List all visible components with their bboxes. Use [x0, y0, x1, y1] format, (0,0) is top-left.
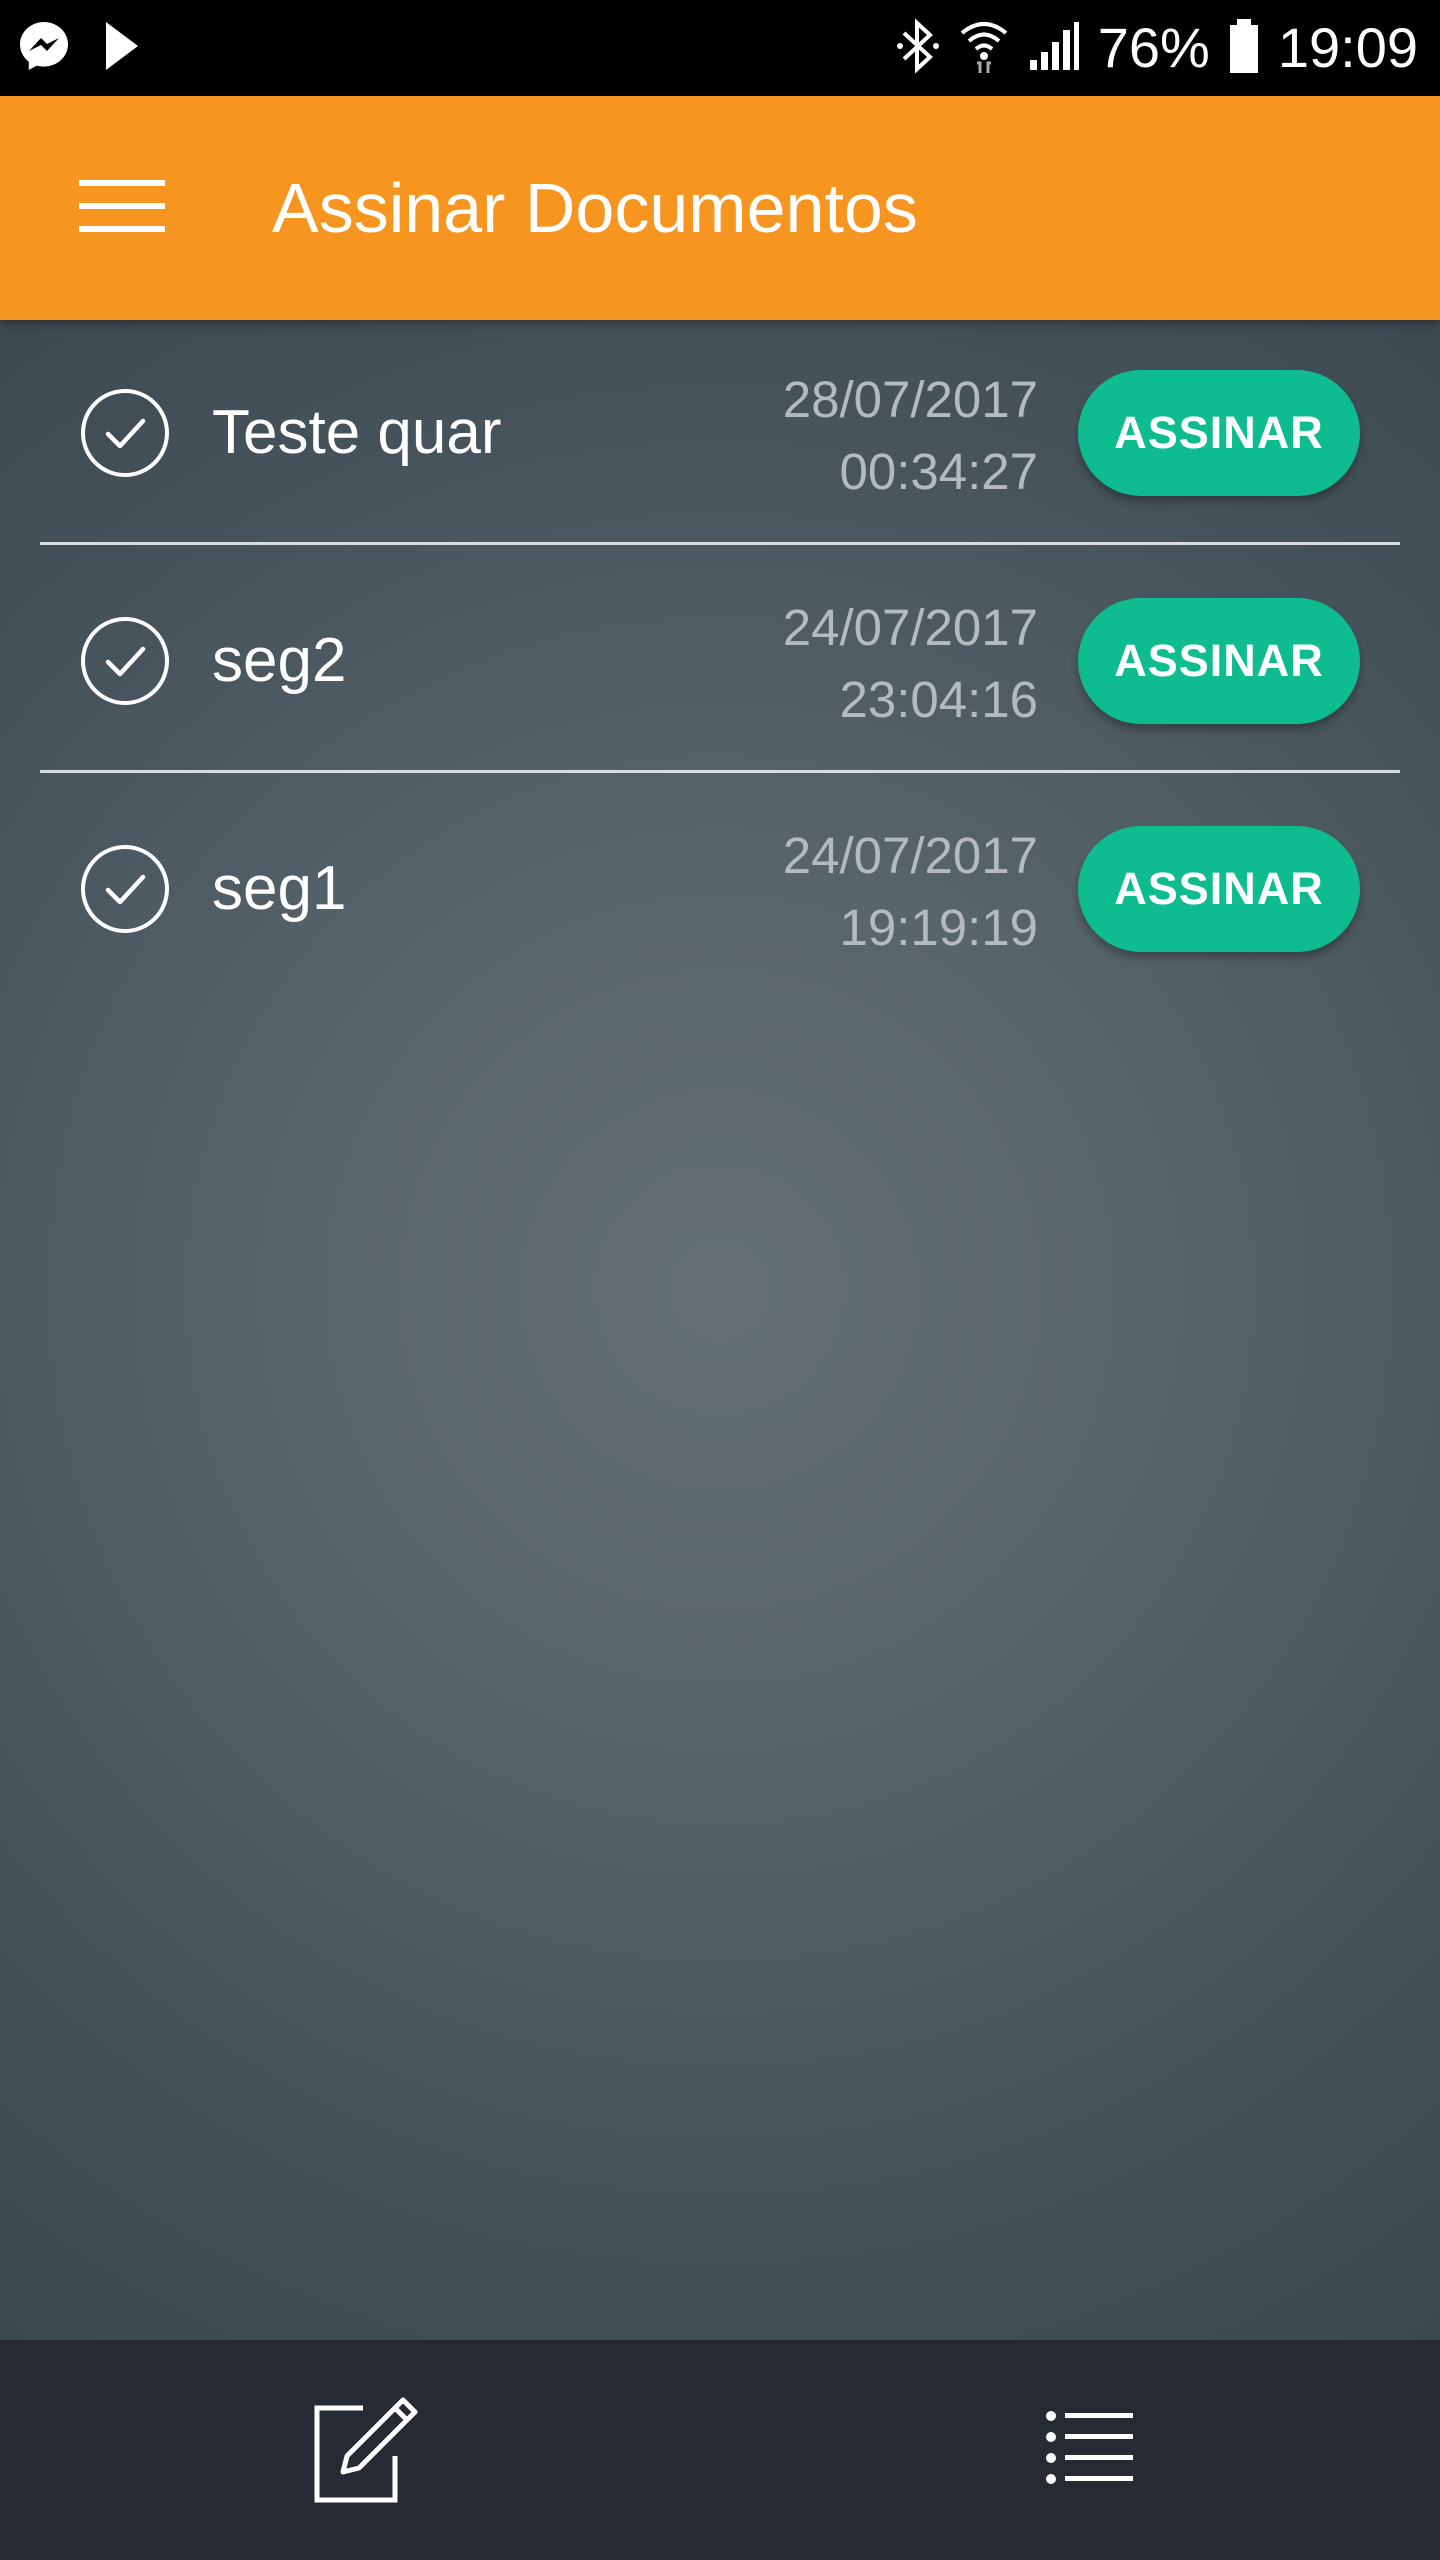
document-datetime: 24/07/2017 23:04:16: [783, 592, 1038, 736]
sign-button[interactable]: ASSINAR: [1078, 370, 1360, 496]
status-left: [18, 18, 142, 78]
document-time: 00:34:27: [839, 443, 1038, 500]
app-bar: Assinar Documentos: [0, 96, 1440, 320]
play-store-icon: [102, 20, 142, 77]
hamburger-menu-icon: [79, 178, 165, 239]
document-date: 28/07/2017: [782, 371, 1038, 428]
signal-icon: [1028, 20, 1080, 77]
list-item[interactable]: seg1 24/07/2017 19:19:19 ASSINAR: [0, 776, 1440, 1002]
clock: 19:09: [1277, 16, 1418, 79]
document-list: Teste quar 28/07/2017 00:34:27 ASSINAR s…: [0, 320, 1440, 2340]
document-date: 24/07/2017: [782, 599, 1038, 656]
battery-icon: [1228, 17, 1260, 80]
bluetooth-icon: [896, 17, 940, 80]
status-bar: 76% 19:09: [0, 0, 1440, 96]
edit-document-icon: [295, 2388, 425, 2513]
list-icon: [1045, 2408, 1135, 2493]
list-tab-button[interactable]: [1020, 2380, 1160, 2520]
menu-button[interactable]: [60, 158, 184, 258]
document-datetime: 28/07/2017 00:34:27: [783, 364, 1038, 508]
sign-button[interactable]: ASSINAR: [1078, 598, 1360, 724]
bottom-bar: [0, 2340, 1440, 2560]
document-name: Teste quar: [212, 398, 502, 467]
wifi-icon: [958, 17, 1010, 80]
messenger-icon: [18, 20, 70, 77]
document-name: seg1: [212, 854, 347, 923]
check-circle-icon: [80, 388, 170, 478]
list-item[interactable]: seg2 24/07/2017 23:04:16 ASSINAR: [0, 548, 1440, 774]
page-title: Assinar Documentos: [272, 169, 918, 247]
sign-button[interactable]: ASSINAR: [1078, 826, 1360, 952]
divider: [40, 542, 1400, 545]
document-date: 24/07/2017: [782, 827, 1038, 884]
document-datetime: 24/07/2017 19:19:19: [783, 820, 1038, 964]
status-right: 76% 19:09: [896, 10, 1418, 86]
check-circle-icon: [80, 616, 170, 706]
list-item[interactable]: Teste quar 28/07/2017 00:34:27 ASSINAR: [0, 320, 1440, 546]
sign-tab-button[interactable]: [290, 2380, 430, 2520]
battery-percent: 76%: [1097, 16, 1210, 79]
document-time: 19:19:19: [839, 899, 1038, 956]
check-circle-icon: [80, 844, 170, 934]
document-time: 23:04:16: [839, 671, 1038, 728]
divider: [40, 770, 1400, 773]
document-name: seg2: [212, 626, 347, 695]
